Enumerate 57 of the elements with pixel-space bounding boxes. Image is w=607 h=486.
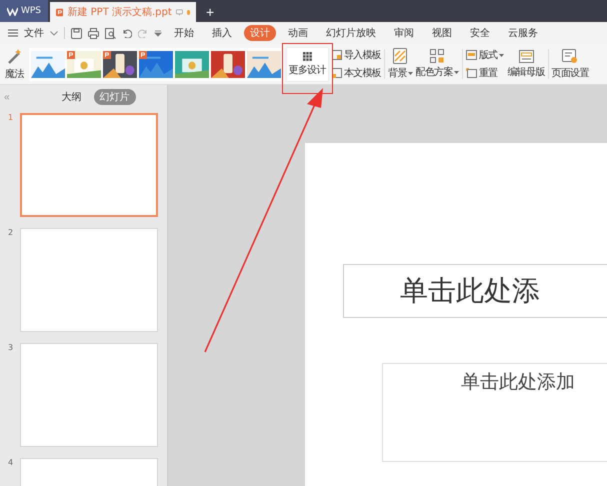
monitor-icon [176,8,183,16]
slide-thumbnail[interactable] [20,113,158,217]
grid-icon [302,52,312,60]
master-slide-icon [518,50,534,62]
undo-icon[interactable] [122,28,132,38]
reset-icon [466,68,477,78]
slide-number: 3 [8,343,14,354]
file-menu[interactable]: 文件 [24,26,44,40]
more-designs-button[interactable]: 更多设计 [286,46,329,82]
edit-master-button[interactable]: 编辑母版 [507,50,545,78]
subtitle-placeholder[interactable]: 单击此处添加 [382,363,607,462]
slide-number: 1 [8,113,14,124]
new-tab-button[interactable]: + [196,2,224,22]
app-tab-label: WPS [20,6,42,16]
save-icon[interactable] [71,28,82,38]
layout-button[interactable]: 版式 [466,48,504,62]
slide-thumbnail[interactable] [20,343,158,447]
slide-thumbnail[interactable] [20,228,158,332]
ribbon-tab[interactable]: 开始 [168,25,200,41]
print-preview-icon[interactable] [105,28,116,38]
ribbon-tab[interactable]: 云服务 [502,25,544,41]
ribbon-tab[interactable]: 安全 [464,25,496,41]
dropdown-caret-icon [408,72,413,74]
wps-logo-icon [6,6,18,16]
magic-button[interactable]: 魔法 [3,47,26,81]
template-icon [332,50,342,60]
print-icon[interactable] [88,28,99,38]
chevron-down-icon [50,30,58,36]
customize-icon[interactable] [154,30,162,36]
color-scheme-button[interactable]: 配色方案 [416,49,459,79]
color-scheme-icon [430,49,444,63]
slide-number: 2 [8,228,14,239]
app-tab[interactable]: WPS [0,0,48,22]
background-icon [393,48,408,64]
redo-icon[interactable] [138,28,148,38]
layout-icon [466,50,477,60]
page-setup-button[interactable]: 页面设置 [552,48,589,80]
ribbon-tab[interactable]: 动画 [282,25,314,41]
template-icon [332,68,342,78]
page-setup-icon [562,48,578,64]
title-placeholder[interactable]: 单击此处添 [343,264,607,318]
ribbon-tab[interactable]: 插入 [206,25,238,41]
highlight-frame [282,42,333,94]
panel-tab[interactable]: 大纲 [56,89,88,105]
slide-number: 4 [8,458,14,469]
import-template-button[interactable]: 导入模板 [332,48,382,62]
dropdown-caret-icon [499,54,504,56]
menu-icon [8,29,18,37]
ribbon-tab[interactable]: 视图 [426,25,458,41]
ribbon-tab[interactable]: 幻灯片放映 [320,25,382,41]
ribbon-tab[interactable]: 审阅 [388,25,420,41]
document-template-button[interactable]: 本文模板 [332,66,382,80]
background-button[interactable]: 背景 [388,48,413,80]
reset-button[interactable]: 重置 [466,66,504,80]
presentation-icon [56,6,64,18]
dropdown-caret-icon [454,70,459,74]
document-tab-title: 新建 PPT 演示文稿.ppt [67,6,172,19]
